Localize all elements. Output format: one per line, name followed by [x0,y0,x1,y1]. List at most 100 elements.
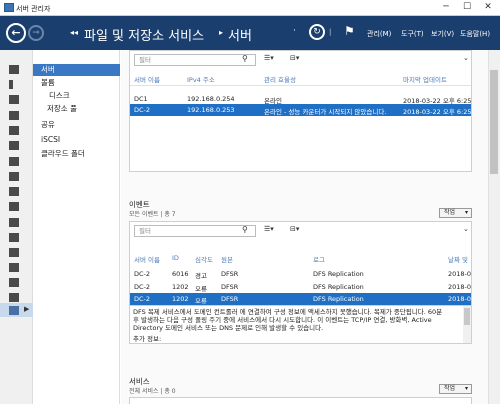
ad-cs-icon[interactable] [9,111,19,120]
cell-log: DFS Replication [313,270,364,278]
flag-icon[interactable]: ⚑ [344,24,355,38]
column-header-log[interactable]: 로그 [313,254,325,264]
nav-item-work-folders[interactable]: 클라우드 폴더 [33,148,120,160]
dashboard-icon[interactable] [9,65,19,74]
expand-arrow-icon: ▶ [24,305,30,313]
search-icon[interactable]: ⚲ [242,54,248,63]
task-label: 작업 [444,385,456,392]
events-task-button[interactable]: 작업 ▾ [439,208,472,218]
cell-source: DFSR [221,283,239,291]
close-button[interactable]: ✕ [476,1,500,14]
events-filter-input[interactable]: 필터 [134,225,256,237]
search-icon[interactable]: ⚲ [242,225,248,234]
column-header-ipv4[interactable]: IPv4 주소 [187,74,215,84]
cell-date: 2018-0 [448,295,471,303]
cell-server-name: DC-2 [134,106,151,114]
window-title: 서버 관리자 [16,5,51,13]
nav-item-iscsi[interactable]: iSCSI [33,134,120,146]
nav-item-servers[interactable]: 서버 [33,64,120,76]
menu-help[interactable]: 도움말(H) [460,29,490,39]
iis-icon[interactable] [9,233,19,242]
cell-date: 2018-0 [448,270,471,278]
event-detail-line: Directory 도메인 서비스 또는 DNS 문제로 인해 발생할 수 있습… [133,324,324,332]
wsus-icon[interactable] [9,278,19,287]
cell-updated: 2018-03-22 오후 6:25:14 [403,108,471,116]
cell-status: 온라인 - 성능 카운터가 시작되지 않았습니다. [264,108,387,116]
cell-server: DC-2 [134,270,151,278]
ad-rms-icon[interactable] [9,172,19,181]
services-task-button[interactable]: 작업 ▾ [439,384,472,394]
forward-button[interactable]: → [28,25,44,41]
column-header-date[interactable]: 날짜 및 [448,254,471,264]
remote-access-icon[interactable] [9,263,19,272]
server-manager-icon [4,3,14,12]
all-servers-icon[interactable] [9,95,19,104]
event-detail-line: DFS 복제 서비스에서 도메인 컨트롤러 에 연결하여 구성 정보에 액세스하… [133,308,443,316]
event-detail-line: 후 발생하는 다음 구성 폴링 주기 중에 서비스에서 다시 시도합니다. 이 … [133,316,432,324]
dns-icon[interactable] [9,202,19,211]
expand-icon[interactable]: ⌄ [463,54,469,62]
expand-icon[interactable]: ⌄ [463,225,469,233]
column-header-severity[interactable]: 심각도 [195,254,213,264]
cell-id: 6016 [172,270,189,278]
breadcrumb-separator-icon: ▸ [219,28,224,37]
column-header-manageability[interactable]: 관리 효율성 [264,74,296,84]
cell-severity: 오류 [195,285,207,293]
refresh-icon[interactable]: ↻ [309,24,325,40]
chevron-down-icon: ▾ [464,209,468,216]
nav-item-volumes[interactable]: 볼륨 [33,77,120,89]
nav-item-storage-pools[interactable]: 저장소 풀 [33,103,120,115]
menu-tools[interactable]: 도구(T) [401,29,424,39]
column-header-server-name[interactable]: 서버 이름 [134,74,160,84]
column-header-id[interactable]: ID [172,254,179,262]
services-subtitle: 전체 서비스 | 총 0 [129,388,176,395]
cell-server-name: DC1 [134,95,148,103]
cell-server: DC-2 [134,283,151,291]
breadcrumb-item[interactable]: 서버 [228,25,252,44]
column-header-server-name[interactable]: 서버 이름 [134,254,160,264]
list-options-icon[interactable]: ☰▾ [264,225,274,233]
hyper-v-icon[interactable] [9,218,19,227]
breadcrumb-item[interactable]: 파일 및 저장소 서비스 [84,25,204,44]
file-storage-icon[interactable] [9,306,19,315]
print-services-icon[interactable] [9,248,19,257]
nav-item-shares[interactable]: 공유 [33,119,120,131]
header-bar: ← → ◂◂ 파일 및 저장소 서비스 ▸ 서버 · ↻ | ⚑ 관리(M) 도… [0,16,500,50]
column-header-source[interactable]: 원본 [221,254,233,264]
cell-severity: 오류 [195,297,207,305]
column-header-last-update[interactable]: 마지막 업데이트 [403,74,447,84]
menu-view[interactable]: 보기(V) [431,29,454,39]
header-divider [130,85,471,86]
save-query-icon[interactable]: ⊟▾ [290,225,299,233]
detail-scroll-thumb[interactable] [464,308,470,325]
local-server-icon[interactable] [9,80,13,89]
volume-activation-icon[interactable] [9,293,19,302]
task-label: 작업 [444,209,456,216]
ad-ds-icon[interactable] [9,126,19,135]
ad-lds-icon[interactable] [9,157,19,166]
cell-ip: 192.168.0.253 [187,106,235,114]
servers-filter-input[interactable]: 필터 [134,54,256,66]
events-subtitle: 모든 이벤트 | 총 7 [129,211,176,218]
cell-log: DFS Replication [313,283,364,291]
ad-fs-icon[interactable] [9,141,19,150]
cell-severity: 경고 [195,272,207,280]
cell-source: DFSR [221,270,239,278]
events-panel: 필터 ⚲ ☰▾ ⊟▾ ⌄ 서버 이름 ID 심각도 원본 로그 날짜 및 DC-… [129,221,472,344]
main-scroll-thumb[interactable] [490,70,498,174]
menu-manage[interactable]: 관리(M) [367,29,391,39]
chevron-down-icon: ▾ [464,385,468,392]
detail-scrollbar[interactable] [463,306,471,343]
pipe-icon: | [329,28,332,36]
save-query-icon[interactable]: ⊟▾ [290,54,299,62]
list-options-icon[interactable]: ☰▾ [264,54,274,62]
cell-id: 1202 [172,283,189,291]
dhcp-icon[interactable] [9,187,19,196]
cell-id: 1202 [172,295,189,303]
table-row-selected[interactable]: DC-2 1202 오류 DFSR DFS Replication 2018-0 [130,293,471,305]
nav-tree: 서버 볼륨 디스크 저장소 풀 공유 iSCSI 클라우드 폴더 [33,50,120,404]
icon-sidebar: ▶ [0,50,33,404]
nav-item-disks[interactable]: 디스크 [33,90,120,102]
table-row-selected[interactable]: DC-2 192.168.0.253 온라인 - 성능 카운터가 시작되지 않았… [130,104,471,116]
back-button[interactable]: ← [6,23,26,43]
